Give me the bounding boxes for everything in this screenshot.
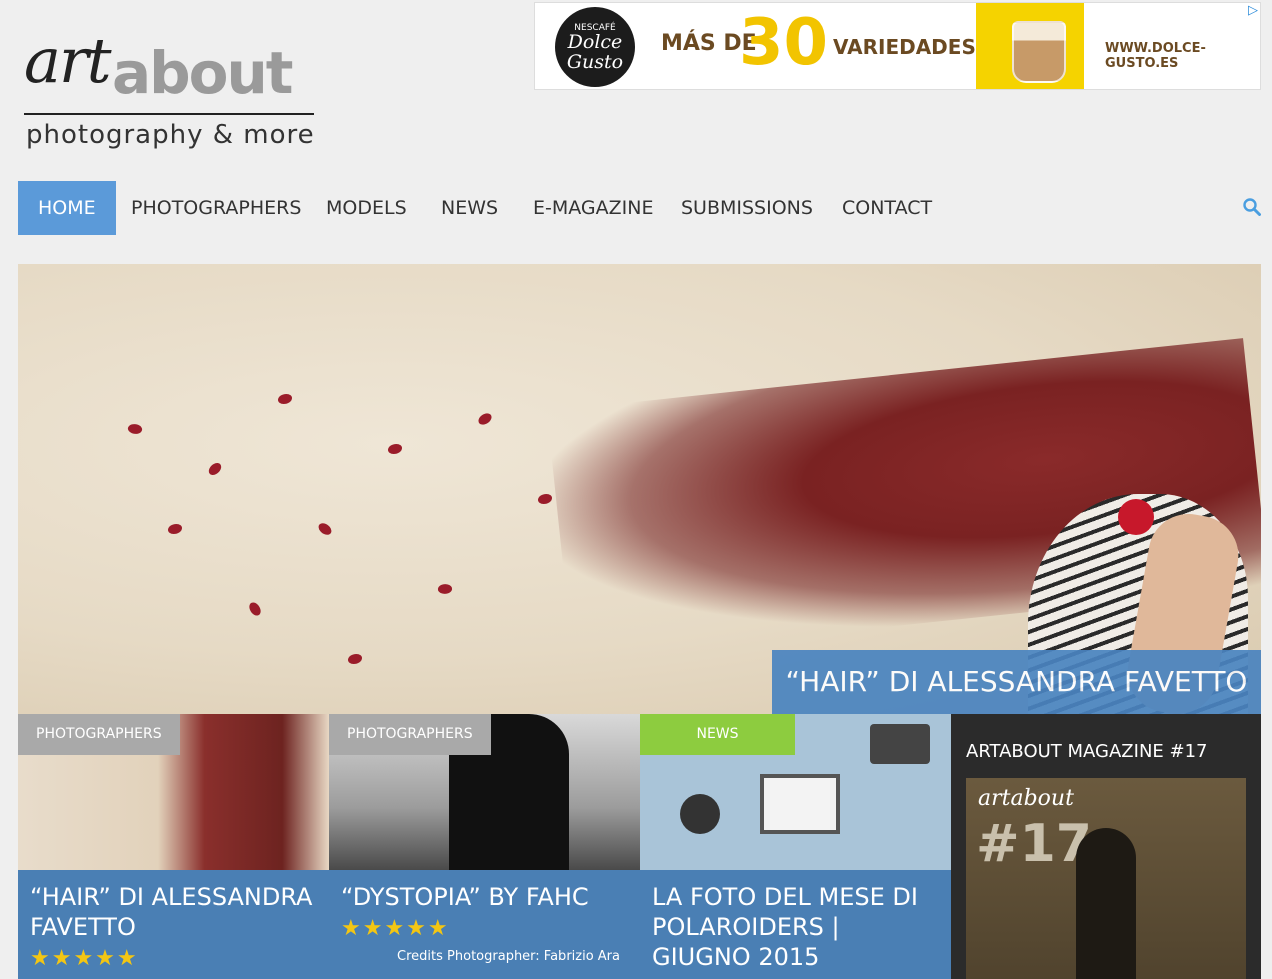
post-excerpt: Credits Photographer: Fabrizio Ara [397,949,620,964]
petal-shape [388,444,402,454]
ad-brand-main: Dolce Gusto [566,31,624,73]
hero-caption[interactable]: “HAIR” DI ALESSANDRA FAVETTO [772,650,1261,714]
nav-item-models[interactable]: MODELS [306,181,427,235]
nav-item-photographers[interactable]: PHOTOGRAPHERS [111,181,321,235]
hero-caption-text: “HAIR” DI ALESSANDRA FAVETTO [785,665,1248,698]
rating-stars: ★★★★★ [30,946,139,971]
search-icon[interactable] [1243,198,1261,216]
carnation-icon [1118,499,1154,535]
post-title[interactable]: “DYSTOPIA” BY FAHC [341,882,628,912]
magazine-heading[interactable]: ARTABOUT MAGAZINE #17 [966,741,1208,762]
petal-shape [316,520,334,538]
cover-issue-number: #17 [976,814,1092,874]
main-nav: HOME PHOTOGRAPHERS MODELS NEWS E-MAGAZIN… [18,181,1261,235]
cover-figure-shape [1076,828,1136,979]
ad-headline-number: 30 [739,6,829,80]
post-title[interactable]: LA FOTO DEL MESE DI POLAROIDERS | GIUGNO… [652,882,939,972]
cover-logo: artabout [978,786,1074,811]
nav-item-emagazine[interactable]: E-MAGAZINE [513,181,673,235]
petal-shape [278,394,292,404]
category-badge[interactable]: PHOTOGRAPHERS [18,714,180,755]
post-card-body: “DYSTOPIA” BY FAHC ★★★★★ Credits Photogr… [329,870,640,979]
petal-shape [437,582,453,596]
category-badge[interactable]: PHOTOGRAPHERS [329,714,491,755]
site-logo[interactable]: art about photography & more [22,30,318,155]
nav-item-submissions[interactable]: SUBMISSIONS [661,181,833,235]
coffee-mug-icon [1012,21,1066,83]
ad-banner[interactable]: NESCAFÉ Dolce Gusto MÁS DE 30 VARIEDADES… [534,2,1261,90]
ad-coffee-image [976,3,1084,89]
logo-word-about: about [112,39,294,107]
petal-shape [247,600,263,618]
logo-word-art: art [24,24,112,97]
lamp-icon [680,794,720,834]
petal-shape [348,654,362,664]
rating-stars: ★★★★★ [341,916,450,941]
logo-divider [24,113,314,115]
ad-headline-right: VARIEDADES [833,35,976,59]
camera-icon [870,724,930,764]
logo-tagline: photography & more [26,120,315,150]
magazine-cover[interactable]: artabout #17 [966,778,1246,979]
petal-shape [126,421,144,437]
magazine-widget: ARTABOUT MAGAZINE #17 artabout #17 [951,714,1261,979]
post-card[interactable]: PHOTOGRAPHERS “DYSTOPIA” BY FAHC ★★★★★ C… [329,714,640,979]
post-card[interactable]: PHOTOGRAPHERS “HAIR” DI ALESSANDRA FAVET… [18,714,329,979]
nav-item-home[interactable]: HOME [18,181,116,235]
ad-brand-badge: NESCAFÉ Dolce Gusto [555,7,635,87]
post-title[interactable]: “HAIR” DI ALESSANDRA FAVETTO [30,882,317,942]
petal-shape [538,494,552,504]
post-card-body: “HAIR” DI ALESSANDRA FAVETTO ★★★★★ [18,870,329,979]
post-card-body: LA FOTO DEL MESE DI POLAROIDERS | GIUGNO… [640,870,951,979]
post-card[interactable]: NEWS LA FOTO DEL MESE DI POLAROIDERS | G… [640,714,951,979]
petal-shape [168,524,182,534]
category-badge[interactable]: NEWS [640,714,795,755]
nav-item-news[interactable]: NEWS [421,181,518,235]
nav-item-contact[interactable]: CONTACT [822,181,952,235]
hero-slider[interactable]: “HAIR” DI ALESSANDRA FAVETTO [18,264,1261,714]
petal-shape [206,461,224,477]
photo-frame-icon [760,774,840,834]
ad-url: WWW.DOLCE-GUSTO.ES [1105,41,1206,71]
petal-shape [476,411,494,427]
adchoices-icon[interactable]: ▷ [1248,3,1258,18]
